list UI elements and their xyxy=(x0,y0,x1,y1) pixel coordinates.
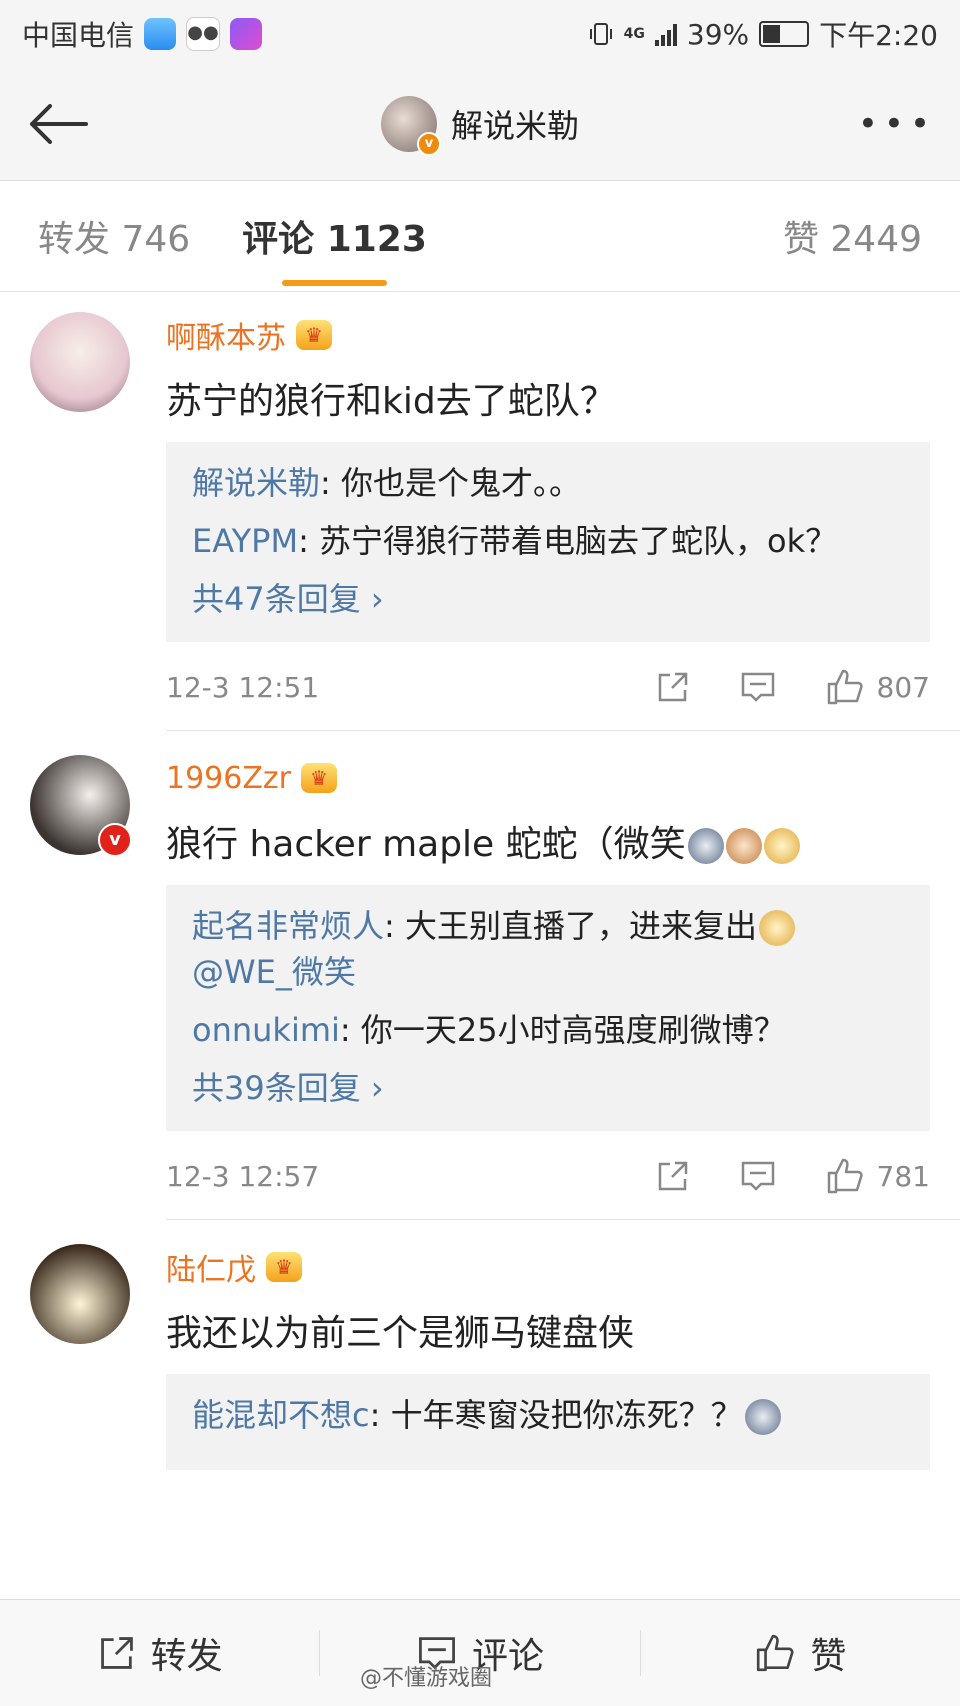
like-button[interactable]: 781 xyxy=(825,1156,930,1196)
comment-item: 啊酥本苏 ♛ 苏宁的狼行和kid去了蛇队？ 解说米勒: 你也是个鬼才。。 EAYP… xyxy=(0,298,960,730)
comment-meta: 12-3 12:51 807 xyxy=(166,644,930,730)
avatar[interactable]: v xyxy=(380,96,441,156)
tab-repost[interactable]: 转发 746 xyxy=(38,210,190,262)
thumbs-up-icon xyxy=(757,1634,794,1672)
page-title: 解说米勒 xyxy=(450,107,580,145)
network-type: 4G xyxy=(623,26,645,42)
nav-bar: v 解说米勒 ••• xyxy=(0,68,960,181)
comment-username[interactable]: 陆仁戊 xyxy=(166,1245,256,1289)
battery-icon xyxy=(759,21,810,47)
like-button[interactable]: 807 xyxy=(825,667,930,707)
husky-emoji-icon xyxy=(744,1399,781,1435)
share-icon xyxy=(658,672,687,702)
nav-title-group[interactable]: v 解说米勒 xyxy=(380,96,580,156)
comment-text: 狼行 hacker maple 蛇蛇（微笑 xyxy=(166,824,686,865)
reply-username[interactable]: 解说米勒 xyxy=(192,464,320,502)
reply-text: : 苏宁得狼行带着电脑去了蛇队，ok？ xyxy=(298,522,838,560)
reply-button[interactable] xyxy=(739,669,777,705)
crown-badge-icon: ♛ xyxy=(300,763,337,793)
like-count: 807 xyxy=(876,670,930,704)
share-icon xyxy=(658,1161,687,1191)
thumbs-up-icon xyxy=(827,1158,863,1194)
doge-emoji-icon xyxy=(763,828,800,864)
status-left: 中国电信 ●● xyxy=(22,14,263,54)
reply-username[interactable]: 起名非常烦人 xyxy=(192,907,384,945)
clock: 下午2:20 xyxy=(819,19,938,52)
tab-likes[interactable]: 赞 2449 xyxy=(783,210,922,262)
comment-meta: 12-3 12:57 781 xyxy=(166,1133,930,1219)
reply-username[interactable]: 能混却不想c xyxy=(192,1396,370,1434)
vibrate-icon xyxy=(589,23,612,45)
share-button[interactable] xyxy=(655,669,691,705)
comment-username[interactable]: 啊酥本苏 xyxy=(166,313,286,357)
more-button[interactable]: ••• xyxy=(858,104,936,144)
avatar[interactable] xyxy=(30,1244,130,1344)
tab-bar: 转发 746 评论 1123 赞 2449 xyxy=(0,181,960,292)
battery-percent: 39% xyxy=(686,17,750,51)
reply-username[interactable]: onnukimi xyxy=(192,1011,340,1049)
tab-comments[interactable]: 评论 1123 xyxy=(242,210,427,286)
husky-emoji-icon xyxy=(687,828,724,864)
reply-item: EAYPM: 苏宁得狼行带着电脑去了蛇队，ok？ xyxy=(192,518,904,564)
carrier-label: 中国电信 xyxy=(22,19,135,52)
comment-text: 苏宁的狼行和kid去了蛇队？ xyxy=(166,381,616,422)
reply-text: : 十年寒窗没把你冻死？？ xyxy=(369,1396,743,1434)
mention-link[interactable]: @WE_微笑 xyxy=(192,953,356,991)
repost-button[interactable]: 转发 xyxy=(0,1627,319,1679)
arrow-left-icon xyxy=(30,104,88,144)
reply-text: : 你也是个鬼才。。 xyxy=(320,464,581,502)
comment-text-row: 狼行 hacker maple 蛇蛇（微笑 xyxy=(166,815,930,867)
bottom-action-bar: 转发 评论 赞 @不懂游戏圈 xyxy=(0,1599,960,1706)
doge-emoji-icon xyxy=(758,910,795,946)
like-count: 781 xyxy=(876,1159,930,1193)
comment-feed[interactable]: 啊酥本苏 ♛ 苏宁的狼行和kid去了蛇队？ 解说米勒: 你也是个鬼才。。 EAYP… xyxy=(0,298,960,1600)
thumbs-up-icon xyxy=(827,669,863,705)
comment-username[interactable]: 1996Zzr xyxy=(166,761,291,796)
crown-badge-icon: ♛ xyxy=(266,1252,302,1282)
reply-item: 起名非常烦人: 大王别直播了，进来复出 xyxy=(192,903,904,949)
more-replies-link[interactable]: 共47条回复 › xyxy=(192,576,904,622)
status-right: 4G 39% 下午2:20 xyxy=(588,14,938,54)
verified-badge-icon: v xyxy=(98,823,132,857)
like-label: 赞 xyxy=(810,1636,847,1677)
reply-button[interactable] xyxy=(739,1158,777,1194)
reply-username[interactable]: EAYPM xyxy=(192,522,298,560)
comment-item: 陆仁戊 ♛ 我还以为前三个是狮马键盘侠 能混却不想c: 十年寒窗没把你冻死？？ xyxy=(0,1220,960,1470)
replies-box[interactable]: 能混却不想c: 十年寒窗没把你冻死？？ xyxy=(166,1374,930,1470)
share-icon xyxy=(100,1637,133,1669)
video-app-icon xyxy=(230,18,263,50)
comment-icon xyxy=(741,1161,774,1191)
crown-badge-icon: ♛ xyxy=(296,320,332,350)
reply-text: : 你一天25小时高强度刷微博？ xyxy=(339,1011,786,1049)
share-button[interactable] xyxy=(655,1158,691,1194)
comment-item: v 1996Zzr ♛ 狼行 hacker maple 蛇蛇（微笑 起名非常烦人:… xyxy=(0,731,960,1219)
avatar[interactable]: v xyxy=(30,755,132,857)
verified-badge-icon: v xyxy=(416,132,441,156)
wechat-icon: ●● xyxy=(186,17,221,51)
more-replies-link[interactable]: 共39条回复 › xyxy=(192,1065,904,1111)
comment-icon xyxy=(741,672,774,702)
signal-icon xyxy=(654,22,677,46)
reply-item: 能混却不想c: 十年寒窗没把你冻死？？ xyxy=(192,1392,904,1438)
replies-box[interactable]: 起名非常烦人: 大王别直播了，进来复出 @WE_微笑 onnukimi: 你一天… xyxy=(166,885,930,1131)
comment-time: 12-3 12:51 xyxy=(166,670,320,704)
avatar[interactable] xyxy=(30,312,130,412)
cat-emoji-icon xyxy=(725,828,762,864)
reply-item: onnukimi: 你一天25小时高强度刷微博？ xyxy=(192,1007,904,1053)
comment-time: 12-3 12:57 xyxy=(166,1159,320,1193)
back-button[interactable] xyxy=(10,76,106,172)
repost-label: 转发 xyxy=(150,1636,223,1677)
comment-text: 我还以为前三个是狮马键盘侠 xyxy=(166,1313,635,1354)
reply-item: @WE_微笑 xyxy=(192,949,904,995)
watermark: @不懂游戏圈 xyxy=(360,1666,493,1691)
reply-item: 解说米勒: 你也是个鬼才。。 xyxy=(192,460,904,506)
status-bar: 中国电信 ●● 4G 39% 下午2:20 xyxy=(0,0,960,68)
reply-text: : 大王别直播了，进来复出 xyxy=(384,907,757,945)
like-button[interactable]: 赞 xyxy=(641,1627,960,1679)
shield-app-icon xyxy=(144,18,177,50)
replies-box[interactable]: 解说米勒: 你也是个鬼才。。 EAYPM: 苏宁得狼行带着电脑去了蛇队，ok？ … xyxy=(166,442,930,642)
